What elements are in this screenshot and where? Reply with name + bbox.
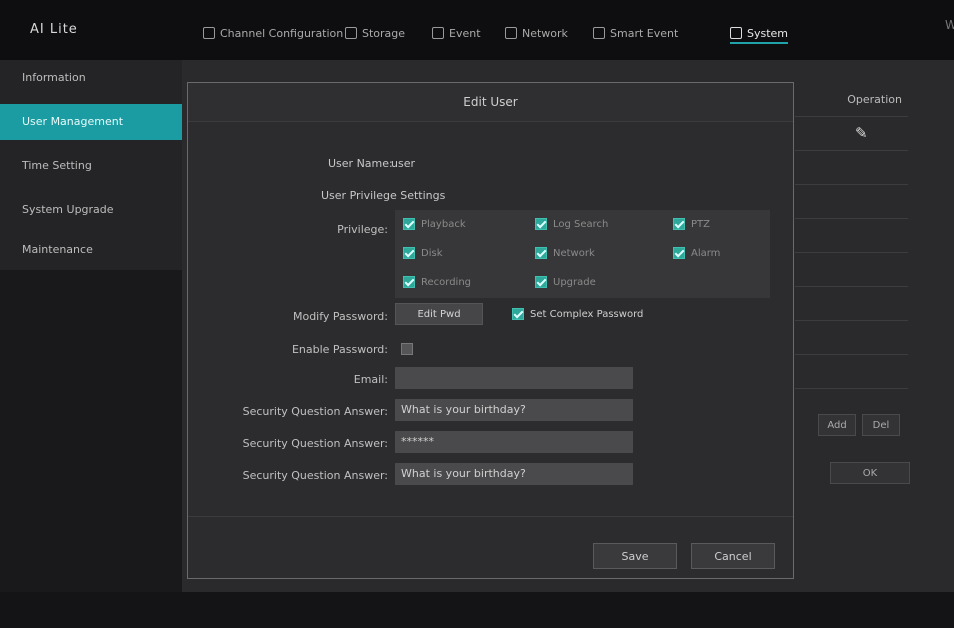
sidebar-item-system-upgrade[interactable]: System Upgrade xyxy=(0,192,182,228)
table-divider xyxy=(795,286,908,287)
privilege-network[interactable]: Network xyxy=(535,247,595,259)
privilege-playback[interactable]: Playback xyxy=(403,218,466,230)
username-label: User Name: xyxy=(328,157,393,170)
table-divider xyxy=(795,354,908,355)
sidebar-item-user-management[interactable]: User Management xyxy=(0,104,182,140)
sidebar-item-time-setting[interactable]: Time Setting xyxy=(0,148,182,184)
security-question-1-label: Security Question Answer: xyxy=(242,405,388,418)
security-answer-input[interactable]: ****** xyxy=(395,431,633,453)
table-divider xyxy=(795,320,908,321)
edit-icon[interactable]: ✎ xyxy=(855,124,868,142)
sidebar-item-maintenance[interactable]: Maintenance xyxy=(0,232,182,268)
nav-event[interactable]: Event xyxy=(432,24,481,42)
table-divider xyxy=(795,150,908,151)
operation-column-header: Operation xyxy=(847,93,902,106)
nav-smart-event[interactable]: Smart Event xyxy=(593,24,678,42)
table-divider xyxy=(795,252,908,253)
top-bar: AI Lite Channel Configuration Storage Ev… xyxy=(0,0,954,60)
checkbox-icon xyxy=(673,218,685,230)
checkbox-icon xyxy=(403,276,415,288)
nav-network[interactable]: Network xyxy=(505,24,568,42)
app-logo: AI Lite xyxy=(30,22,78,37)
ok-button[interactable]: OK xyxy=(830,462,910,484)
smart-event-icon xyxy=(593,27,605,39)
table-divider xyxy=(795,116,908,117)
add-button[interactable]: Add xyxy=(818,414,856,436)
checkbox-icon xyxy=(535,247,547,259)
privilege-settings-label: User Privilege Settings xyxy=(321,189,446,202)
window-control[interactable]: W xyxy=(945,18,954,32)
complex-password-checkbox[interactable]: Set Complex Password xyxy=(512,308,643,320)
checkbox-icon xyxy=(403,218,415,230)
nav-channel[interactable]: Channel Configuration xyxy=(203,24,343,42)
privilege-alarm[interactable]: Alarm xyxy=(673,247,720,259)
nav-storage[interactable]: Storage xyxy=(345,24,405,42)
dialog-title: Edit User xyxy=(188,83,793,122)
email-label: Email: xyxy=(353,373,388,386)
checkbox-icon xyxy=(512,308,524,320)
network-icon xyxy=(505,27,517,39)
privilege-ptz[interactable]: PTZ xyxy=(673,218,710,230)
security-question-2-select[interactable]: What is your birthday? xyxy=(395,463,633,485)
checkbox-icon xyxy=(673,247,685,259)
enable-password-checkbox[interactable] xyxy=(401,343,413,355)
delete-button[interactable]: Del xyxy=(862,414,900,436)
checkbox-icon xyxy=(535,276,547,288)
modify-password-label: Modify Password: xyxy=(292,310,388,323)
table-divider xyxy=(795,388,908,389)
privilege-disk[interactable]: Disk xyxy=(403,247,442,259)
bottom-bar xyxy=(0,592,954,628)
edit-password-button[interactable]: Edit Pwd xyxy=(395,303,483,325)
username-value: user xyxy=(391,157,415,170)
edit-user-dialog: Edit User User Name: user User Privilege… xyxy=(187,82,794,579)
sidebar: Information User Management Time Setting… xyxy=(0,60,182,270)
security-question-2-label: Security Question Answer: xyxy=(242,469,388,482)
sidebar-background xyxy=(0,270,182,592)
privilege-upgrade[interactable]: Upgrade xyxy=(535,276,596,288)
enable-password-label: Enable Password: xyxy=(291,343,388,356)
table-divider xyxy=(795,184,908,185)
camera-icon xyxy=(203,27,215,39)
gear-icon xyxy=(730,27,742,39)
privilege-categories: Playback Log Search PTZ Disk Network Ala… xyxy=(395,210,770,298)
nav-system[interactable]: System xyxy=(730,24,789,44)
dialog-footer-divider xyxy=(188,516,793,517)
sidebar-item-information[interactable]: Information xyxy=(0,60,182,96)
privilege-log-search[interactable]: Log Search xyxy=(535,218,608,230)
security-answer-label: Security Question Answer: xyxy=(242,437,388,450)
email-input[interactable] xyxy=(395,367,633,389)
checkbox-icon xyxy=(535,218,547,230)
privilege-recording[interactable]: Recording xyxy=(403,276,471,288)
bell-icon xyxy=(432,27,444,39)
cancel-button[interactable]: Cancel xyxy=(691,543,775,569)
privilege-label: Privilege: xyxy=(337,223,388,236)
checkbox-icon xyxy=(403,247,415,259)
save-button[interactable]: Save xyxy=(593,543,677,569)
security-question-1-select[interactable]: What is your birthday? xyxy=(395,399,633,421)
table-divider xyxy=(795,218,908,219)
storage-icon xyxy=(345,27,357,39)
